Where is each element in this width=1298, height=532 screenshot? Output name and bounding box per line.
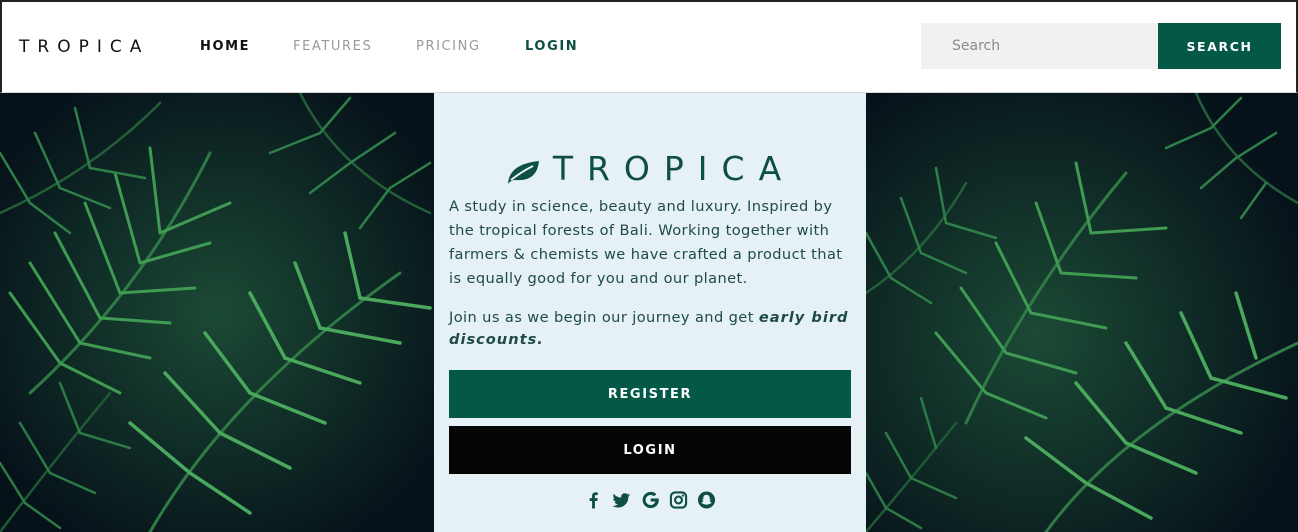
facebook-icon[interactable] — [584, 490, 603, 510]
hero-section: TROPICA A study in science, beauty and l… — [0, 93, 1298, 532]
top-navbar: TROPICA HOME FEATURES PRICING LOGIN SEAR… — [0, 0, 1298, 93]
register-button[interactable]: REGISTER — [449, 370, 851, 418]
join-text: Join us as we begin our journey and get — [449, 309, 759, 326]
nav-features-link[interactable]: FEATURES — [293, 39, 372, 54]
leaf-icon — [505, 155, 541, 184]
social-links — [434, 489, 866, 511]
hero-logo-text: TROPICA — [552, 149, 796, 188]
google-icon[interactable] — [641, 490, 660, 510]
nav-home-link[interactable]: HOME — [200, 39, 250, 54]
instagram-icon[interactable] — [669, 490, 688, 510]
search-input[interactable] — [921, 23, 1159, 69]
join-paragraph: Join us as we begin our journey and get … — [449, 307, 854, 351]
brand-logo-text[interactable]: TROPICA — [19, 37, 149, 57]
snapchat-icon[interactable] — [697, 490, 716, 510]
search-button[interactable]: SEARCH — [1158, 23, 1281, 69]
login-button[interactable]: LOGIN — [449, 426, 851, 474]
intro-paragraph: A study in science, beauty and luxury. I… — [449, 198, 843, 287]
palm-leaves-image-left — [0, 93, 434, 532]
twitter-icon[interactable] — [612, 490, 631, 510]
nav-pricing-link[interactable]: PRICING — [416, 39, 481, 54]
intro-panel: TROPICA A study in science, beauty and l… — [434, 93, 866, 532]
palm-leaves-image-right — [866, 93, 1298, 532]
nav-login-link[interactable]: LOGIN — [525, 39, 578, 54]
hero-logo: TROPICA — [434, 149, 866, 189]
